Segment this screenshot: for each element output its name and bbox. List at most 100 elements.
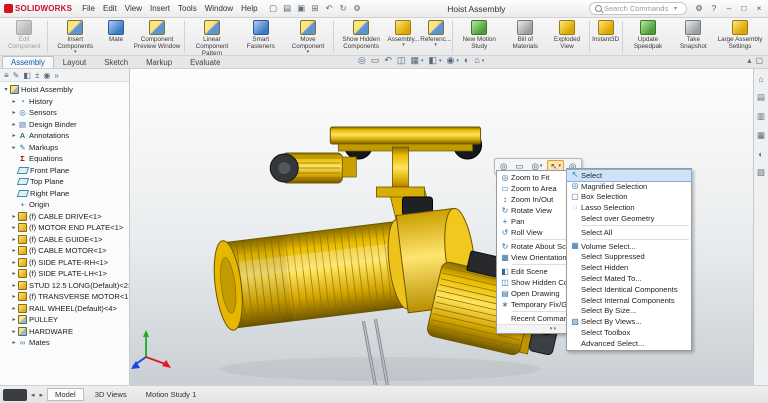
tree-item-transverse-motor[interactable]: ▸ (f) TRANSVERSE MOTOR<1> — [2, 291, 129, 303]
tab-layout[interactable]: Layout — [54, 56, 95, 68]
edit-component-button[interactable]: Edit Component — [2, 19, 46, 55]
bill-of-materials-button[interactable]: Bill of Materials — [504, 19, 546, 55]
search-caret-icon[interactable]: ▾ — [674, 5, 677, 12]
instant3d-button[interactable]: Instant3D — [591, 19, 621, 55]
menu-edit[interactable]: Edit — [99, 3, 121, 14]
tree-item-cable-motor[interactable]: ▸ (f) CABLE MOTOR<1> — [2, 245, 129, 257]
exploded-view-button[interactable]: Exploded View — [546, 19, 587, 55]
move-component-button[interactable]: Move Component ▾ — [284, 19, 333, 55]
update-speedpak-button[interactable]: Update Speedpak — [623, 19, 672, 55]
menu-item-select-by-size[interactable]: Select By Size... — [567, 306, 691, 317]
print-icon[interactable]: ⊞ — [309, 3, 322, 14]
menu-insert[interactable]: Insert — [146, 3, 174, 14]
menu-item-volume-select[interactable]: ▦ Volume Select... — [567, 241, 691, 252]
dimxpertmanager-tab-icon[interactable]: ± — [35, 71, 39, 80]
expand-arrow-icon[interactable]: ▸ — [10, 259, 18, 266]
expand-arrow-icon[interactable]: ▸ — [10, 144, 18, 151]
pin-commandmanager-icon[interactable]: ▴ — [747, 56, 751, 65]
reference-geometry-button[interactable]: Referenc... ▾ — [420, 19, 452, 55]
menu-item-lasso-selection[interactable]: ◌ Lasso Selection — [567, 202, 691, 213]
zoom-to-area-icon[interactable]: ▭ — [371, 56, 380, 65]
help-icon[interactable]: ? — [709, 3, 719, 14]
menu-view[interactable]: View — [121, 3, 146, 14]
menu-item-select[interactable]: ↖ Select — [567, 170, 691, 181]
show-hidden-components-button[interactable]: Show Hidden Components — [335, 19, 387, 55]
menu-tools[interactable]: Tools — [174, 3, 201, 14]
tree-item-annotations[interactable]: ▸ A Annotations — [2, 130, 129, 142]
tree-item-history[interactable]: ▸ ◔ History — [2, 96, 129, 108]
tab-sketch[interactable]: Sketch — [95, 56, 137, 68]
display-style-icon[interactable]: ◧ — [428, 56, 437, 65]
close-icon[interactable]: × — [754, 3, 764, 14]
insert-components-button[interactable]: Insert Components ▾ — [49, 19, 101, 55]
menu-file[interactable]: File — [78, 3, 99, 14]
tree-item-top-plane[interactable]: Top Plane — [2, 176, 129, 188]
appearances-scenes-icon[interactable]: ◐ — [758, 149, 763, 159]
menu-item-select-toolbox[interactable]: Select Toolbox — [567, 327, 691, 338]
zoom-to-fit-icon[interactable]: ◎ — [358, 56, 366, 65]
component-preview-window-button[interactable]: Component Preview Window — [131, 19, 183, 55]
expand-arrow-icon[interactable]: ▸ — [10, 328, 18, 335]
tree-item-right-plane[interactable]: Right Plane — [2, 188, 129, 200]
menu-item-select-internal-components[interactable]: Select Internal Components — [567, 295, 691, 306]
tree-item-cable-drive[interactable]: ▸ (f) CABLE DRIVE<1> — [2, 211, 129, 223]
menu-item-select-mated-to[interactable]: Select Mated To... — [567, 273, 691, 284]
smart-fasteners-button[interactable]: Smart Fasteners — [238, 19, 284, 55]
tree-item-side-plate-rh[interactable]: ▸ (f) SIDE PLATE-RH<1> — [2, 257, 129, 269]
tree-item-design-binder[interactable]: ▸ ▤ Design Binder — [2, 119, 129, 131]
menu-item-magnified-selection[interactable]: ◎ Magnified Selection — [567, 181, 691, 192]
tree-root-hoist-assembly[interactable]: ▾ Hoist Assembly — [2, 84, 129, 96]
propertymanager-tab-icon[interactable]: ✎ — [13, 71, 20, 80]
options-icon[interactable]: ⚙ — [351, 3, 364, 14]
configurationmanager-tab-icon[interactable]: ◧ — [23, 71, 31, 80]
expand-arrow-icon[interactable]: ▸ — [10, 316, 18, 323]
new-document-icon[interactable]: ▢ — [267, 3, 280, 14]
mate-button[interactable]: Mate — [101, 19, 131, 55]
graphics-area[interactable]: ◎ ▭ ◎ ▾ ↖ ▾ ◎ ◎ — [130, 69, 753, 385]
expand-arrow-icon[interactable]: ▸ — [10, 282, 18, 289]
menu-item-advanced-select[interactable]: Advanced Select... — [567, 338, 691, 349]
tabs-scroll-left-icon[interactable]: ◂ — [30, 391, 36, 399]
menu-help[interactable]: Help — [237, 3, 261, 14]
tree-item-markups[interactable]: ▸ ✎ Markups — [2, 142, 129, 154]
assembly-features-button[interactable]: Assembly... ▾ — [387, 19, 420, 55]
previous-view-icon[interactable]: ↶ — [384, 56, 392, 65]
solidworks-resources-icon[interactable]: ⌂ — [758, 74, 763, 84]
view-palette-icon[interactable]: ▦ — [757, 130, 765, 141]
expand-arrow-icon[interactable]: ▸ — [10, 293, 18, 300]
maximize-icon[interactable]: □ — [739, 3, 749, 14]
tree-item-front-plane[interactable]: Front Plane — [2, 165, 129, 177]
edit-appearance-icon[interactable]: ◐ — [464, 56, 469, 65]
hide-show-items-icon[interactable]: ◉ — [447, 56, 455, 65]
apply-scene-icon[interactable]: ⌂ — [474, 56, 479, 65]
tree-item-cable-guide[interactable]: ▸ (f) CABLE GUIDE<1> — [2, 234, 129, 246]
menu-window[interactable]: Window — [201, 3, 237, 14]
expand-arrow-icon[interactable]: ▸ — [10, 247, 18, 254]
tree-item-rail-wheel[interactable]: ▸ RAIL WHEEL(Default)<4> — [2, 303, 129, 315]
expand-arrow-icon[interactable]: ▸ — [10, 224, 18, 231]
expand-arrow-icon[interactable]: ▸ — [10, 98, 18, 105]
expand-arrow-icon[interactable]: ▸ — [10, 270, 18, 277]
menu-item-select-hidden[interactable]: Select Hidden — [567, 262, 691, 273]
search-box[interactable]: ▾ — [589, 2, 687, 15]
menu-item-box-selection[interactable]: ▢ Box Selection — [567, 192, 691, 203]
design-library-icon[interactable]: ▤ — [757, 92, 765, 103]
tab-markup[interactable]: Markup — [137, 56, 181, 68]
take-snapshot-button[interactable]: Take Snapshot — [673, 19, 714, 55]
menu-item-select-by-views[interactable]: ▧ Select By Views... — [567, 316, 691, 327]
tabs-scroll-right-icon[interactable]: ▸ — [39, 391, 45, 399]
expand-arrow-icon[interactable]: ▸ — [10, 305, 18, 312]
minimize-icon[interactable]: – — [724, 3, 734, 14]
tree-item-origin[interactable]: + Origin — [2, 199, 129, 211]
linear-component-pattern-button[interactable]: Linear Component Pattern — [186, 19, 238, 55]
tree-item-hardware[interactable]: ▸ HARDWARE — [2, 326, 129, 338]
tree-item-pulley[interactable]: ▸ PULLEY — [2, 314, 129, 326]
statusbar-tab-model[interactable]: Model — [47, 388, 84, 401]
tree-item-side-plate-lh[interactable]: ▸ (f) SIDE PLATE-LH<1> — [2, 268, 129, 280]
rebuild-icon[interactable]: ↻ — [337, 3, 350, 14]
search-input[interactable] — [604, 4, 674, 13]
open-icon[interactable]: ▤ — [281, 3, 294, 14]
undock-commandmanager-icon[interactable]: ▢ — [755, 56, 763, 65]
expand-arrow-icon[interactable]: ▸ — [10, 339, 18, 346]
statusbar-tab-3d-views[interactable]: 3D Views — [87, 388, 135, 401]
